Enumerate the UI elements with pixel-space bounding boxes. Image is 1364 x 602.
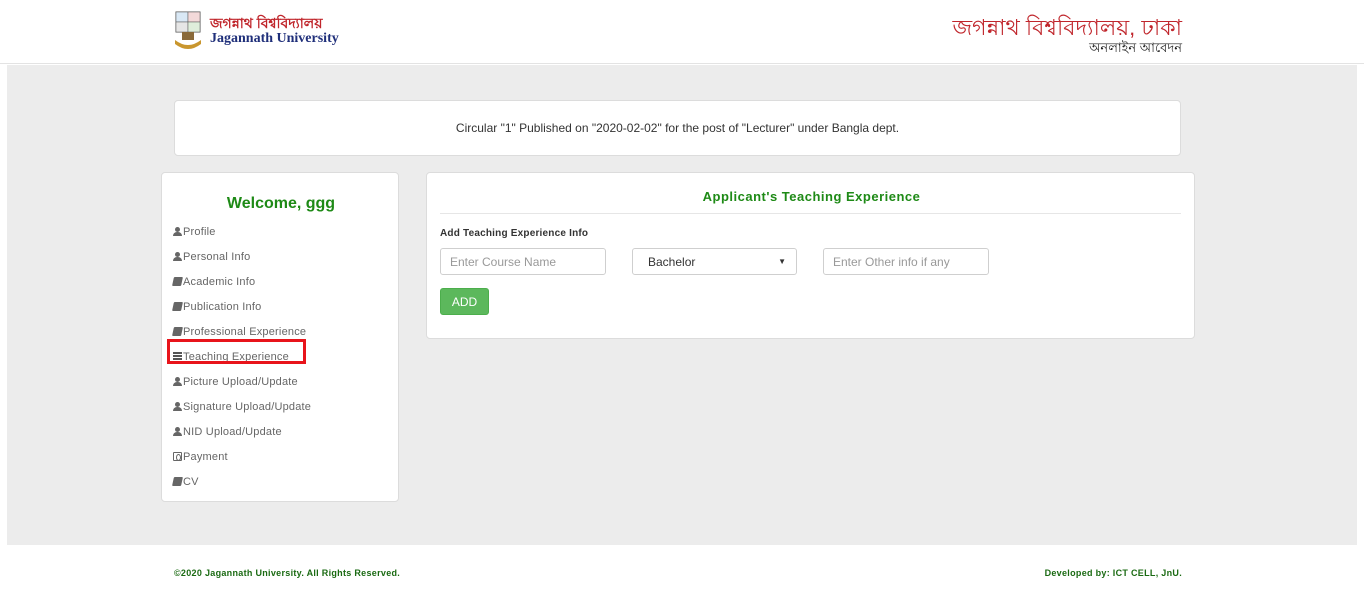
book-icon [172,277,183,286]
user-icon [173,402,182,411]
book-icon [172,302,183,311]
sidebar-item-profile[interactable]: Profile [173,219,311,244]
logo-bangla-text: জগন্নাথ বিশ্ববিদ্যালয় [210,15,323,31]
other-info-placeholder: Enter Other info if any [833,254,950,269]
welcome-heading: Welcome, ggg [226,195,336,212]
sidebar-item-label: Personal Info [183,250,251,263]
site-subtitle: অনলাইন আবেদন [1089,40,1182,55]
sidebar-item-signature-upload[interactable]: Signature Upload/Update [173,394,311,419]
caret-down-icon: ▼ [778,257,786,266]
section-label: Add Teaching Experience Info [440,228,589,239]
sidebar-item-label: Professional Experience [183,325,307,338]
footer-copyright: ©2020 Jagannath University. All Rights R… [174,568,401,578]
sidebar-item-label: Picture Upload/Update [183,375,298,388]
sidebar-item-label: Academic Info [183,275,256,288]
logo-english-text: Jagannath University [210,31,339,46]
site-title: জগন্নাথ বিশ্ববিদ্যালয়, ঢাকা [952,15,1182,40]
sidebar-item-label: Payment [183,450,228,463]
sidebar-item-personal-info[interactable]: Personal Info [173,244,311,269]
divider [440,213,1181,214]
circular-text: Circular "1" Published on "2020-02-02" f… [455,121,900,135]
book-icon [172,327,183,336]
sidebar: Welcome, ggg Profile Personal Info Acade… [161,172,399,502]
active-item-highlight [167,339,306,364]
sidebar-item-nid-upload[interactable]: NID Upload/Update [173,419,311,444]
degree-select[interactable]: Bachelor ▼ [632,248,797,275]
sidebar-item-label: Signature Upload/Update [183,400,312,413]
university-logo[interactable]: জগন্নাথ বিশ্ববিদ্যালয় Jagannath Univers… [174,10,339,52]
university-emblem-icon [174,10,202,52]
circular-banner: Circular "1" Published on "2020-02-02" f… [174,100,1181,156]
user-icon [173,227,182,236]
other-info-input[interactable]: Enter Other info if any [823,248,989,275]
footer-developer: Developed by: ICT CELL, JnU. [1044,568,1182,578]
sidebar-item-cv[interactable]: CV [172,469,311,494]
panel-title: Applicant's Teaching Experience [702,189,921,204]
sidebar-item-label: Profile [183,225,216,238]
sidebar-item-label: NID Upload/Update [183,425,282,438]
user-icon [173,377,182,386]
sidebar-item-publication-info[interactable]: Publication Info [172,294,311,319]
user-icon [173,252,182,261]
sidebar-item-picture-upload[interactable]: Picture Upload/Update [173,369,311,394]
user-icon [173,427,182,436]
course-name-placeholder: Enter Course Name [450,254,557,269]
book-icon [172,477,183,486]
sidebar-item-academic-info[interactable]: Academic Info [172,269,311,294]
teaching-experience-panel: Applicant's Teaching Experience Add Teac… [426,172,1195,339]
degree-selected-value: Bachelor [648,254,696,269]
sidebar-item-label: CV [183,475,199,488]
sidebar-item-payment[interactable]: Payment [173,444,311,469]
add-button[interactable]: ADD [440,288,489,315]
course-name-input[interactable]: Enter Course Name [440,248,606,275]
money-icon [173,452,182,461]
sidebar-item-label: Publication Info [183,300,262,313]
page-header: জগন্নাথ বিশ্ববিদ্যালয় Jagannath Univers… [0,0,1364,64]
